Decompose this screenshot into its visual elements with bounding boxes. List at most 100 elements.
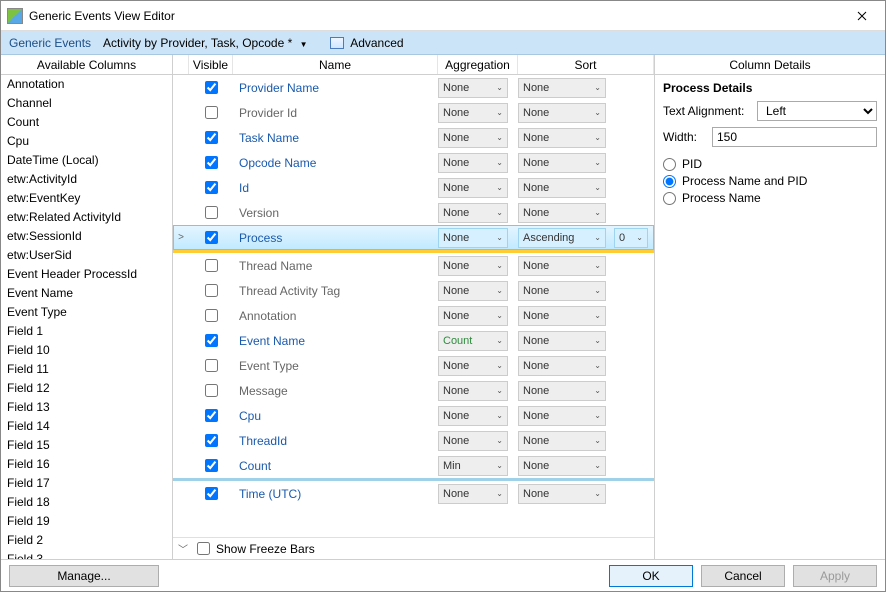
expand-icon[interactable]: ﹀	[175, 541, 191, 556]
radio-process-name[interactable]: Process Name	[663, 191, 877, 205]
aggregation-dropdown[interactable]: None⌄	[438, 431, 508, 451]
aggregation-dropdown[interactable]: None⌄	[438, 406, 508, 426]
available-column-item[interactable]: Field 19	[1, 512, 172, 531]
grid-row[interactable]: >ProcessNone⌄Ascending⌄0⌄	[173, 225, 654, 250]
text-alignment-select[interactable]: Left	[757, 101, 877, 121]
aggregation-dropdown[interactable]: None⌄	[438, 306, 508, 326]
available-column-item[interactable]: Annotation	[1, 75, 172, 94]
available-column-item[interactable]: Field 17	[1, 474, 172, 493]
show-freeze-bars-checkbox[interactable]	[197, 542, 210, 555]
row-expander[interactable]: >	[173, 232, 189, 243]
grid-row[interactable]: AnnotationNone⌄None⌄	[173, 303, 654, 328]
available-column-item[interactable]: Field 3	[1, 550, 172, 559]
available-column-item[interactable]: Field 1	[1, 322, 172, 341]
grid-row[interactable]: Provider NameNone⌄None⌄	[173, 75, 654, 100]
visible-checkbox[interactable]	[205, 459, 218, 472]
grid-row[interactable]: Opcode NameNone⌄None⌄	[173, 150, 654, 175]
grid-row[interactable]: Thread Activity TagNone⌄None⌄	[173, 278, 654, 303]
aggregation-dropdown[interactable]: None⌄	[438, 103, 508, 123]
available-column-item[interactable]: Field 14	[1, 417, 172, 436]
aggregation-dropdown[interactable]: None⌄	[438, 128, 508, 148]
visible-checkbox[interactable]	[205, 434, 218, 447]
grid-row[interactable]: IdNone⌄None⌄	[173, 175, 654, 200]
sort-dropdown[interactable]: None⌄	[518, 153, 606, 173]
toolbar-tab-generic-events[interactable]: Generic Events	[5, 34, 95, 52]
available-column-item[interactable]: Event Name	[1, 284, 172, 303]
available-column-item[interactable]: etw:Related ActivityId	[1, 208, 172, 227]
available-columns-list[interactable]: AnnotationChannelCountCpuDateTime (Local…	[1, 75, 172, 559]
ok-button[interactable]: OK	[609, 565, 693, 587]
sort-dropdown[interactable]: None⌄	[518, 456, 606, 476]
aggregation-dropdown[interactable]: None⌄	[438, 281, 508, 301]
visible-checkbox[interactable]	[205, 131, 218, 144]
available-column-item[interactable]: DateTime (Local)	[1, 151, 172, 170]
radio-pid[interactable]: PID	[663, 157, 877, 171]
sort-dropdown[interactable]: None⌄	[518, 128, 606, 148]
grid-row[interactable]: CpuNone⌄None⌄	[173, 403, 654, 428]
visible-checkbox[interactable]	[205, 284, 218, 297]
grid-row[interactable]: ThreadIdNone⌄None⌄	[173, 428, 654, 453]
cancel-button[interactable]: Cancel	[701, 565, 785, 587]
grid-row[interactable]: Time (UTC)None⌄None⌄	[173, 481, 654, 506]
visible-checkbox[interactable]	[205, 259, 218, 272]
grid-header-sort[interactable]: Sort	[518, 55, 654, 74]
sort-dropdown[interactable]: None⌄	[518, 381, 606, 401]
available-column-item[interactable]: Field 12	[1, 379, 172, 398]
aggregation-dropdown[interactable]: None⌄	[438, 256, 508, 276]
visible-checkbox[interactable]	[205, 206, 218, 219]
aggregation-dropdown[interactable]: None⌄	[438, 484, 508, 504]
grid-body[interactable]: Provider NameNone⌄None⌄Provider IdNone⌄N…	[173, 75, 654, 537]
aggregation-dropdown[interactable]: Count⌄	[438, 331, 508, 351]
visible-checkbox[interactable]	[205, 156, 218, 169]
visible-checkbox[interactable]	[205, 384, 218, 397]
available-column-item[interactable]: etw:EventKey	[1, 189, 172, 208]
available-column-item[interactable]: Field 13	[1, 398, 172, 417]
aggregation-dropdown[interactable]: None⌄	[438, 78, 508, 98]
available-column-item[interactable]: etw:UserSid	[1, 246, 172, 265]
grid-row[interactable]: CountMin⌄None⌄	[173, 453, 654, 478]
apply-button[interactable]: Apply	[793, 565, 877, 587]
available-column-item[interactable]: etw:SessionId	[1, 227, 172, 246]
visible-checkbox[interactable]	[205, 359, 218, 372]
grid-row[interactable]: Provider IdNone⌄None⌄	[173, 100, 654, 125]
aggregation-dropdown[interactable]: None⌄	[438, 356, 508, 376]
visible-checkbox[interactable]	[205, 309, 218, 322]
visible-checkbox[interactable]	[205, 409, 218, 422]
sort-dropdown[interactable]: None⌄	[518, 203, 606, 223]
toolbar-advanced-button[interactable]: Advanced	[326, 34, 408, 52]
available-column-item[interactable]: Field 15	[1, 436, 172, 455]
aggregation-dropdown[interactable]: None⌄	[438, 381, 508, 401]
grid-header-aggregation[interactable]: Aggregation	[438, 55, 518, 74]
width-input[interactable]	[712, 127, 877, 147]
aggregation-dropdown[interactable]: None⌄	[438, 203, 508, 223]
grid-header-name[interactable]: Name	[233, 55, 438, 74]
sort-order-dropdown[interactable]: 0⌄	[614, 228, 648, 248]
aggregation-dropdown[interactable]: None⌄	[438, 178, 508, 198]
sort-dropdown[interactable]: None⌄	[518, 78, 606, 98]
sort-dropdown[interactable]: None⌄	[518, 103, 606, 123]
visible-checkbox[interactable]	[205, 487, 218, 500]
sort-dropdown[interactable]: Ascending⌄	[518, 228, 606, 248]
visible-checkbox[interactable]	[205, 106, 218, 119]
visible-checkbox[interactable]	[205, 334, 218, 347]
sort-dropdown[interactable]: None⌄	[518, 281, 606, 301]
available-column-item[interactable]: Field 18	[1, 493, 172, 512]
sort-dropdown[interactable]: None⌄	[518, 356, 606, 376]
available-column-item[interactable]: Field 16	[1, 455, 172, 474]
visible-checkbox[interactable]	[205, 231, 218, 244]
grid-row[interactable]: MessageNone⌄None⌄	[173, 378, 654, 403]
aggregation-dropdown[interactable]: Min⌄	[438, 456, 508, 476]
available-column-item[interactable]: Field 10	[1, 341, 172, 360]
visible-checkbox[interactable]	[205, 181, 218, 194]
close-button[interactable]	[839, 1, 885, 31]
sort-dropdown[interactable]: None⌄	[518, 431, 606, 451]
sort-dropdown[interactable]: None⌄	[518, 256, 606, 276]
grid-header-visible[interactable]: Visible	[189, 55, 233, 74]
available-column-item[interactable]: Event Header ProcessId	[1, 265, 172, 284]
available-column-item[interactable]: Field 11	[1, 360, 172, 379]
available-column-item[interactable]: etw:ActivityId	[1, 170, 172, 189]
sort-dropdown[interactable]: None⌄	[518, 484, 606, 504]
available-column-item[interactable]: Field 2	[1, 531, 172, 550]
available-column-item[interactable]: Cpu	[1, 132, 172, 151]
grid-row[interactable]: Task NameNone⌄None⌄	[173, 125, 654, 150]
